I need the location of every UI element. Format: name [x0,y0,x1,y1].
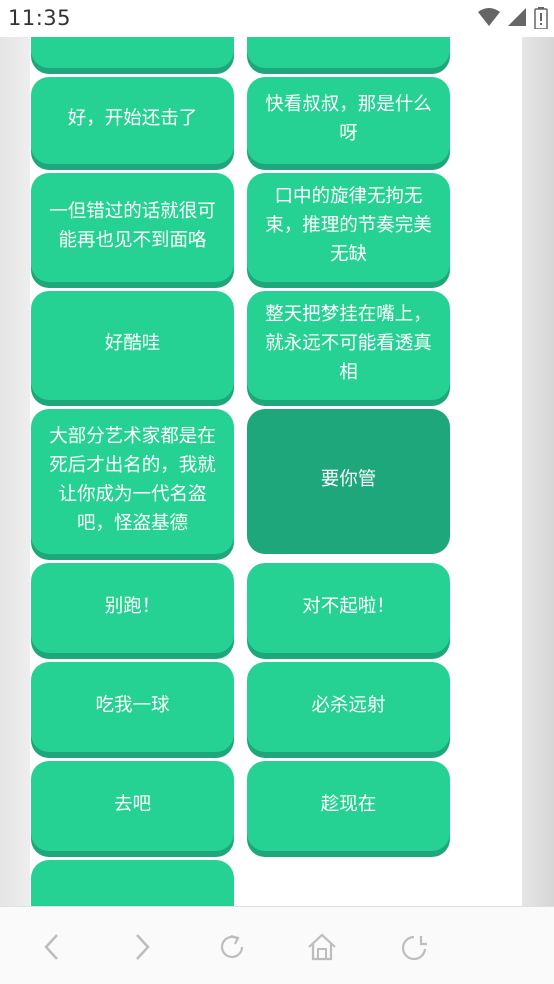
forward-icon [136,934,150,960]
sound-button[interactable]: 吃我一球 [31,662,234,752]
back-button[interactable] [32,927,72,967]
sound-button[interactable]: 去吧 [31,761,234,851]
refresh-button[interactable] [212,927,252,967]
sound-button[interactable]: 口中的旋律无拘无束，推理的节奏完美无缺 [247,173,450,282]
battery-icon [534,7,548,29]
sound-button[interactable] [31,37,234,68]
forward-button[interactable] [122,927,162,967]
sound-button[interactable]: 大部分艺术家都是在死后才出名的，我就让你成为一代名盗吧，怪盗基德 [31,409,234,554]
sound-button[interactable]: 好酷哇 [31,291,234,400]
sound-button[interactable]: 整天把梦挂在嘴上，就永远不可能看透真相 [247,291,450,400]
sound-button[interactable]: 快看叔叔，那是什么呀 [247,77,450,164]
sound-button[interactable]: 对不起啦！ [247,563,450,653]
back-icon [44,934,58,960]
home-icon [308,933,336,961]
sound-button[interactable]: 好，开始还击了 [31,77,234,164]
home-button[interactable] [302,927,342,967]
refresh-icon [220,934,244,959]
sound-button[interactable]: 趁现在 [247,761,450,851]
status-bar: 11:35 [0,0,554,37]
web-viewport[interactable]: 好，开始还击了 快看叔叔，那是什么呀 一但错过的话就很可能再也见不到面咯 口中的… [0,37,554,906]
sound-button[interactable]: 别跑！ [31,563,234,653]
sound-button[interactable]: 必杀远射 [247,662,450,752]
history-icon [402,935,427,961]
sound-button-pressed[interactable]: 要你管 [247,409,450,554]
signal-icon [507,8,526,26]
sound-button[interactable]: 一但错过的话就很可能再也见不到面咯 [31,173,234,282]
wifi-icon [477,8,500,26]
sound-button-grid: 好，开始还击了 快看叔叔，那是什么呀 一但错过的话就很可能再也见不到面咯 口中的… [31,37,451,906]
sound-button[interactable] [247,37,450,68]
status-time: 11:35 [8,6,72,30]
browser-nav-bar [0,906,554,984]
status-icons [476,7,548,29]
history-button[interactable] [396,927,436,967]
sound-button[interactable] [31,860,234,906]
